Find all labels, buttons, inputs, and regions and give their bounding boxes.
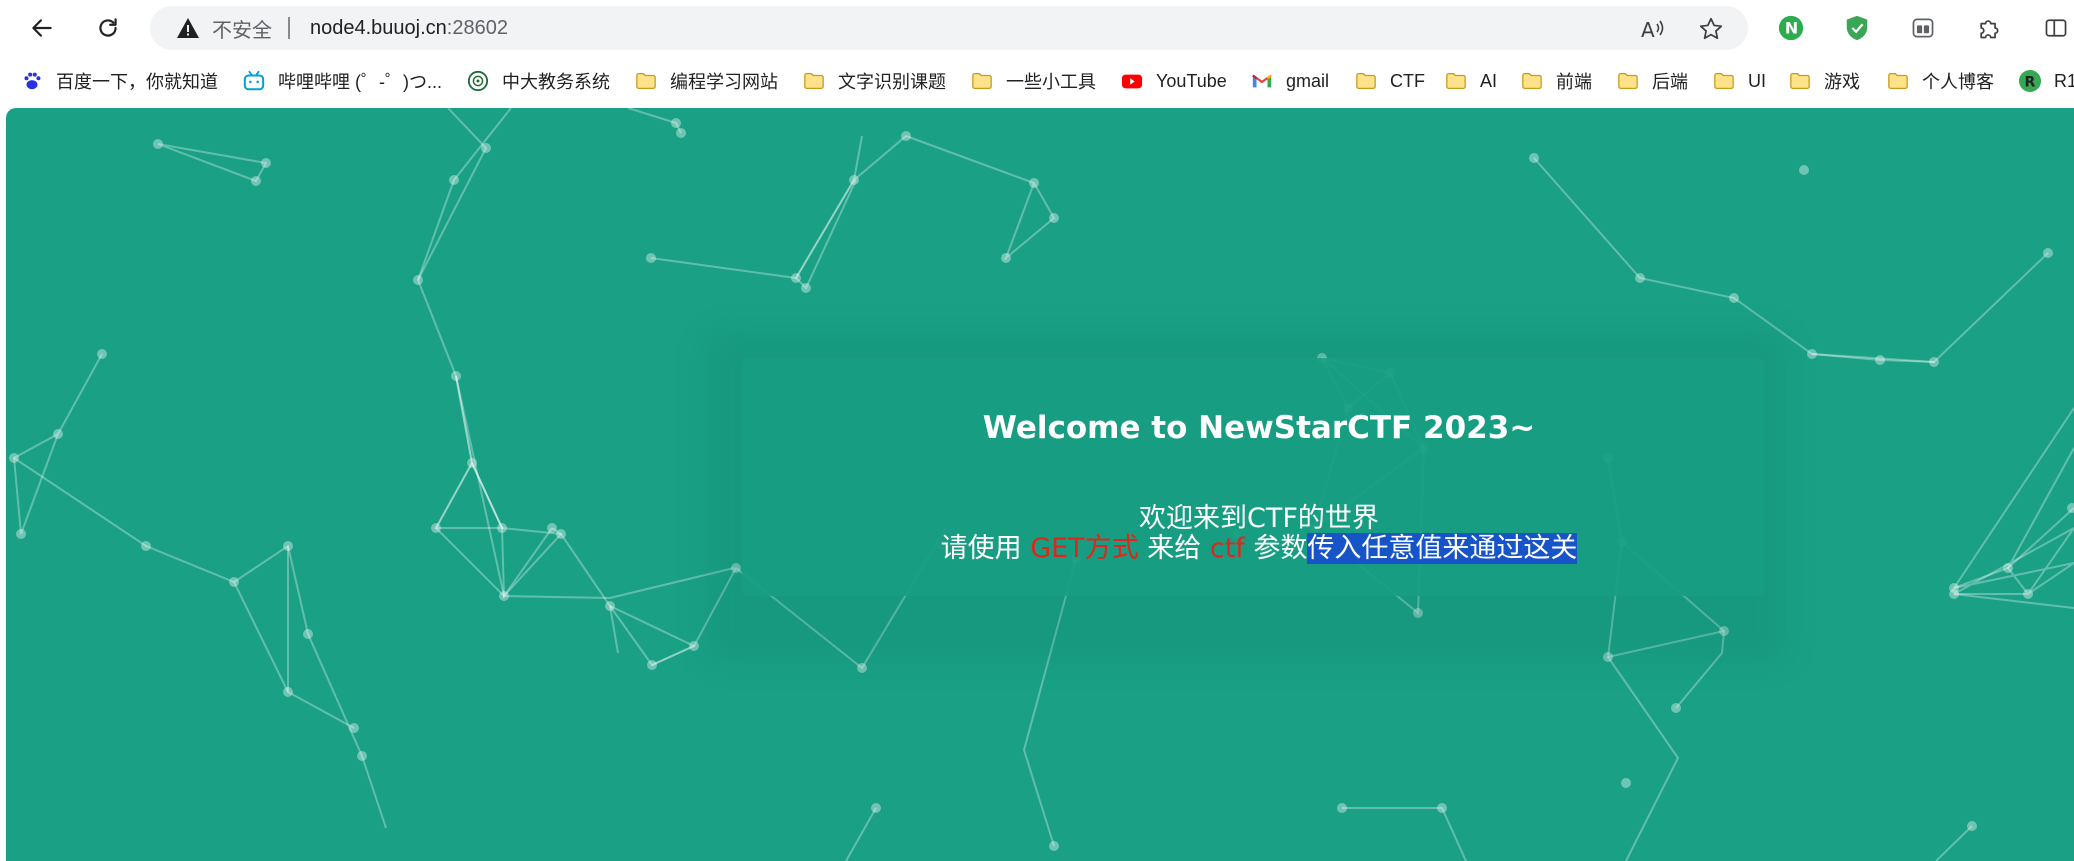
bookmark-folder-ctf[interactable]: CTF <box>1354 60 1425 102</box>
bookmark-gmail[interactable]: gmail <box>1250 60 1329 102</box>
bookmark-label: YouTube <box>1156 70 1227 91</box>
bookmark-label: AI <box>1480 70 1498 91</box>
security-label[interactable]: 不安全 <box>212 14 272 43</box>
page-viewport: Welcome to NewStarCTF 2023~ 欢迎来到CTF的世界 请… <box>6 108 2074 861</box>
bookmark-folder-ai[interactable]: AI <box>1444 60 1497 102</box>
url-text[interactable]: node4.buuoj.cn:28602 <box>310 17 508 40</box>
bookmark-folder-backend[interactable]: 后端 <box>1616 60 1688 102</box>
university-seal-icon <box>466 69 490 93</box>
bookmark-folder-coding[interactable]: 编程学习网站 <box>634 60 778 102</box>
bookmark-label: 游戏 <box>1824 72 1860 92</box>
gmail-icon <box>1250 69 1274 93</box>
bookmark-label: UI <box>1748 70 1766 91</box>
instruction-part-5: 参数 <box>1244 533 1308 564</box>
svg-text:N: N <box>1785 19 1798 38</box>
address-separator <box>288 17 290 39</box>
n-extension-icon[interactable]: N <box>1776 13 1806 43</box>
bookmark-folder-games[interactable]: 游戏 <box>1788 60 1860 102</box>
bookmark-folder-ui[interactable]: UI <box>1712 60 1766 102</box>
bookmark-label: 一些小工具 <box>1006 72 1096 92</box>
folder-icon <box>970 69 994 93</box>
bookmark-r1[interactable]: R R1 <box>2018 60 2074 102</box>
back-button[interactable] <box>20 6 64 50</box>
svg-text:A: A <box>1641 18 1655 42</box>
folder-icon <box>634 69 658 93</box>
baidu-icon <box>20 69 44 93</box>
bookmark-label: 文字识别课题 <box>838 72 946 92</box>
get-method-highlight: GET方式 <box>1030 533 1139 564</box>
url-host: node4.buuoj.cn <box>310 16 447 39</box>
bookmark-label: 哔哩哔哩 (゜-゜)つ... <box>278 72 442 92</box>
bilibili-icon <box>242 69 266 93</box>
page-title: Welcome to NewStarCTF 2023~ <box>982 410 1536 446</box>
bookmark-bilibili[interactable]: 哔哩哔哩 (゜-゜)つ... <box>242 60 442 102</box>
instruction-part-1: 请使用 <box>940 533 1031 564</box>
folder-icon <box>1444 69 1468 93</box>
back-arrow-icon <box>32 19 52 37</box>
bookmark-label: 百度一下，你就知道 <box>56 72 218 92</box>
youtube-icon <box>1120 69 1144 93</box>
bookmark-youtube[interactable]: YouTube <box>1120 60 1227 102</box>
folder-icon <box>1712 69 1736 93</box>
warning-triangle-icon[interactable] <box>176 16 200 40</box>
folder-icon <box>1520 69 1544 93</box>
instruction-text: 请使用 GET方式 来给 ctf 参数传入任意值来通过这关 <box>941 526 1578 564</box>
shield-extension-icon[interactable] <box>1842 13 1872 43</box>
folder-icon <box>1788 69 1812 93</box>
bookmark-label: gmail <box>1286 70 1330 91</box>
bookmark-folder-tools[interactable]: 一些小工具 <box>970 60 1096 102</box>
folder-icon <box>1886 69 1910 93</box>
folder-icon <box>1616 69 1640 93</box>
url-port: :28602 <box>446 16 508 39</box>
folder-icon <box>802 69 826 93</box>
reload-icon <box>99 18 117 37</box>
bookmark-folder-ocr[interactable]: 文字识别课题 <box>802 60 946 102</box>
bookmarks-bar: 百度一下，你就知道 哔哩哔哩 (゜-゜)つ... 中大教务系统 编程学习网站 文… <box>0 60 2074 102</box>
bookmark-label: R1 <box>2054 70 2074 91</box>
bookmark-baidu[interactable]: 百度一下，你就知道 <box>20 60 218 102</box>
ctf-param-highlight: ctf <box>1209 533 1245 564</box>
read-aloud-icon[interactable]: A <box>1640 16 1666 42</box>
bookmark-folder-frontend[interactable]: 前端 <box>1520 60 1592 102</box>
bookmark-label: CTF <box>1390 70 1425 91</box>
tab-manager-icon[interactable] <box>1908 13 1938 43</box>
selected-text[interactable]: 传入任意值来通过这关 <box>1307 533 1578 564</box>
star-icon[interactable] <box>1698 16 1724 42</box>
bookmark-label: 中大教务系统 <box>502 72 610 92</box>
svg-text:R: R <box>2025 75 2036 91</box>
bookmark-sysu[interactable]: 中大教务系统 <box>466 60 610 102</box>
bookmark-label: 编程学习网站 <box>670 72 778 92</box>
bookmark-label: 前端 <box>1556 72 1592 92</box>
reload-button[interactable] <box>86 6 130 50</box>
bookmark-folder-blog[interactable]: 个人博客 <box>1886 60 1994 102</box>
bookmark-label: 个人博客 <box>1922 72 1994 92</box>
puzzle-extensions-icon[interactable] <box>1974 13 2004 43</box>
instruction-part-3: 来给 <box>1138 533 1210 564</box>
browser-toolbar: 不安全 node4.buuoj.cn:28602 A N <box>0 0 2074 56</box>
r-avatar-icon: R <box>2018 69 2042 93</box>
address-bar[interactable]: 不安全 node4.buuoj.cn:28602 A <box>150 6 1748 50</box>
bookmark-label: 后端 <box>1652 72 1688 92</box>
folder-icon <box>1354 69 1378 93</box>
split-screen-icon[interactable] <box>2038 13 2074 43</box>
